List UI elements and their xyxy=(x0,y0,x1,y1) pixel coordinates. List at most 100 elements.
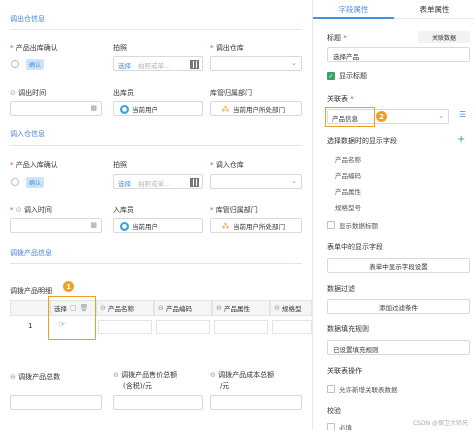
watermark: CSDN @保卫大师兄 xyxy=(412,420,468,427)
link-icon: ⊖ xyxy=(100,304,106,312)
assoc-op-label: 关联表操作 xyxy=(327,367,362,375)
cell-product-code[interactable] xyxy=(156,320,210,334)
in-user-label: 入库员 xyxy=(113,206,134,214)
in-photo-placeholder: 拍照或单... xyxy=(138,180,171,188)
highlight-select-column xyxy=(48,296,96,340)
settings-list-icon[interactable]: ☰ xyxy=(459,110,466,119)
sum-qty-input[interactable] xyxy=(10,395,102,410)
sum-price-input[interactable] xyxy=(113,395,203,410)
cell-product-name[interactable] xyxy=(98,320,152,334)
validate-checkbox-row[interactable]: 必填 xyxy=(327,422,352,430)
display-field-item: 规格型号 xyxy=(335,204,361,212)
in-confirm-button[interactable]: 确认 xyxy=(26,177,45,188)
in-time-input[interactable]: ▦ xyxy=(10,218,102,233)
section-title-product: 调拨产品信息 xyxy=(10,249,52,257)
out-photo-placeholder: 拍照或单... xyxy=(138,62,171,70)
in-dept-field: ⁂ 当前用户所处部门 xyxy=(210,218,302,233)
assoc-op-checkbox-row[interactable]: 允许新增关联表数据 xyxy=(327,384,398,394)
table-header-code: ⊖ 产品编码 xyxy=(154,300,212,316)
validate-label: 校验 xyxy=(327,407,341,415)
validate-option: 必填 xyxy=(339,424,352,430)
data-filter-button[interactable]: 添加过滤条件 xyxy=(327,299,470,314)
detail-label: 调拨产品明细 xyxy=(10,287,52,295)
chevron-down-icon: ⌄ xyxy=(291,177,297,185)
out-wh-select[interactable]: ⌄ xyxy=(210,56,302,71)
cell-product-spec[interactable] xyxy=(272,320,312,334)
out-user-value: 当前用户 xyxy=(132,106,158,114)
out-dept-field: ⁂ 当前用户所处部门 xyxy=(210,101,302,116)
in-user-field: ● 当前用户 xyxy=(113,218,203,233)
display-field-item: 产品编码 xyxy=(335,172,361,180)
sum-cost-input[interactable] xyxy=(210,395,302,410)
in-dept-value: 当前用户所处部门 xyxy=(233,223,285,231)
fill-rule-field[interactable]: 已设置填充规则 xyxy=(327,340,470,355)
org-icon: ⁂ xyxy=(221,221,230,231)
out-wh-label: * 调出仓库 xyxy=(210,44,244,52)
title-input[interactable]: 选择产品 xyxy=(327,47,470,62)
in-user-value: 当前用户 xyxy=(132,223,158,231)
table-header-spec: ⊖ 规格型 xyxy=(270,300,312,316)
out-user-field: ● 当前用户 xyxy=(113,101,203,116)
tab-form-properties[interactable]: 表单属性 xyxy=(394,4,474,15)
in-wh-select[interactable]: ⌄ xyxy=(210,174,302,189)
section-title-in: 调入仓信息 xyxy=(10,130,45,138)
divider xyxy=(10,145,302,146)
in-confirm-radio[interactable] xyxy=(11,178,19,186)
user-icon: ● xyxy=(120,221,129,231)
cell-product-attr[interactable] xyxy=(214,320,268,334)
display-field-item: 产品属性 xyxy=(335,188,361,196)
table-header-name: ⊖ 产品名称 xyxy=(96,300,154,316)
display-fields-label: 选择数据时的显示字段 xyxy=(327,137,397,145)
link-icon: ⊖ xyxy=(158,304,164,312)
display-field-item: 产品名称 xyxy=(335,156,361,164)
form-display-button[interactable]: 表单中显示字段设置 xyxy=(327,258,470,273)
checkbox-unchecked-icon[interactable] xyxy=(327,221,335,229)
divider xyxy=(10,29,302,30)
related-table-label: 关联表 * xyxy=(327,95,354,103)
clock-icon: ⊙ xyxy=(10,89,16,97)
show-search-label: 显示数据标题 xyxy=(339,222,378,230)
link-icon: ⊖ xyxy=(216,304,222,312)
table-header-blank xyxy=(10,300,50,316)
qrcode-icon[interactable] xyxy=(190,60,199,69)
in-wh-label: * 调入仓库 xyxy=(210,161,244,169)
highlight-related-table xyxy=(325,107,375,127)
data-filter-label: 数据过滤 xyxy=(327,285,355,293)
out-dept-label: 库管归属部门 xyxy=(210,89,252,97)
in-dept-label: * 库管归属部门 xyxy=(210,206,258,214)
out-confirm-label: * 产品出库确认 xyxy=(10,44,58,52)
checkbox-unchecked-icon[interactable] xyxy=(327,385,335,393)
in-confirm-label: * 产品入库确认 xyxy=(10,161,58,169)
add-field-icon[interactable]: + xyxy=(457,134,465,145)
divider xyxy=(10,263,302,264)
checkbox-checked-icon[interactable]: ✓ xyxy=(327,72,335,80)
out-confirm-radio[interactable] xyxy=(11,60,19,68)
show-search-checkbox-row[interactable]: 显示数据标题 xyxy=(327,220,378,230)
show-title-label: 显示标题 xyxy=(339,72,367,80)
row-index: 1 xyxy=(28,322,33,330)
title-label: 标题 * xyxy=(327,34,347,42)
out-user-label: 出库员 xyxy=(113,89,134,97)
in-photo-select[interactable]: 选择 xyxy=(118,178,131,188)
link-icon: ⊖ xyxy=(210,371,216,379)
out-time-input[interactable]: ▦ xyxy=(10,101,102,116)
in-time-label: * ⊙ 调入时间 xyxy=(10,206,52,214)
related-data-button[interactable]: 关联数据 xyxy=(418,31,470,43)
checkbox-unchecked-icon[interactable] xyxy=(327,423,335,430)
chevron-down-icon: ⌄ xyxy=(291,59,297,67)
section-title-out: 调出仓信息 xyxy=(10,15,45,23)
show-title-checkbox-row[interactable]: ✓ 显示标题 xyxy=(327,71,367,81)
qrcode-icon[interactable] xyxy=(190,178,199,187)
table-header-attr: ⊖ 产品属性 xyxy=(212,300,270,316)
out-dept-value: 当前用户所处部门 xyxy=(233,106,285,114)
in-photo-label: 拍照 xyxy=(113,161,127,169)
fill-rule-label: 数据填充规则 xyxy=(327,325,369,333)
tab-field-properties[interactable]: 字段属性 xyxy=(313,4,394,15)
clock-icon: ⊙ xyxy=(15,206,22,214)
out-photo-select[interactable]: 选择 xyxy=(118,60,131,70)
out-confirm-button[interactable]: 确认 xyxy=(26,59,45,70)
out-time-label: ⊙ 调出时间 xyxy=(10,89,47,97)
properties-panel: 字段属性 表单属性 标题 * 关联数据 选择产品 ✓ 显示标题 关联表 * 产品… xyxy=(312,0,474,430)
sum-price-label: ⊖ 调拨产品售价总额 (含税)/元 xyxy=(113,371,178,390)
calendar-icon: ▦ xyxy=(90,221,97,229)
